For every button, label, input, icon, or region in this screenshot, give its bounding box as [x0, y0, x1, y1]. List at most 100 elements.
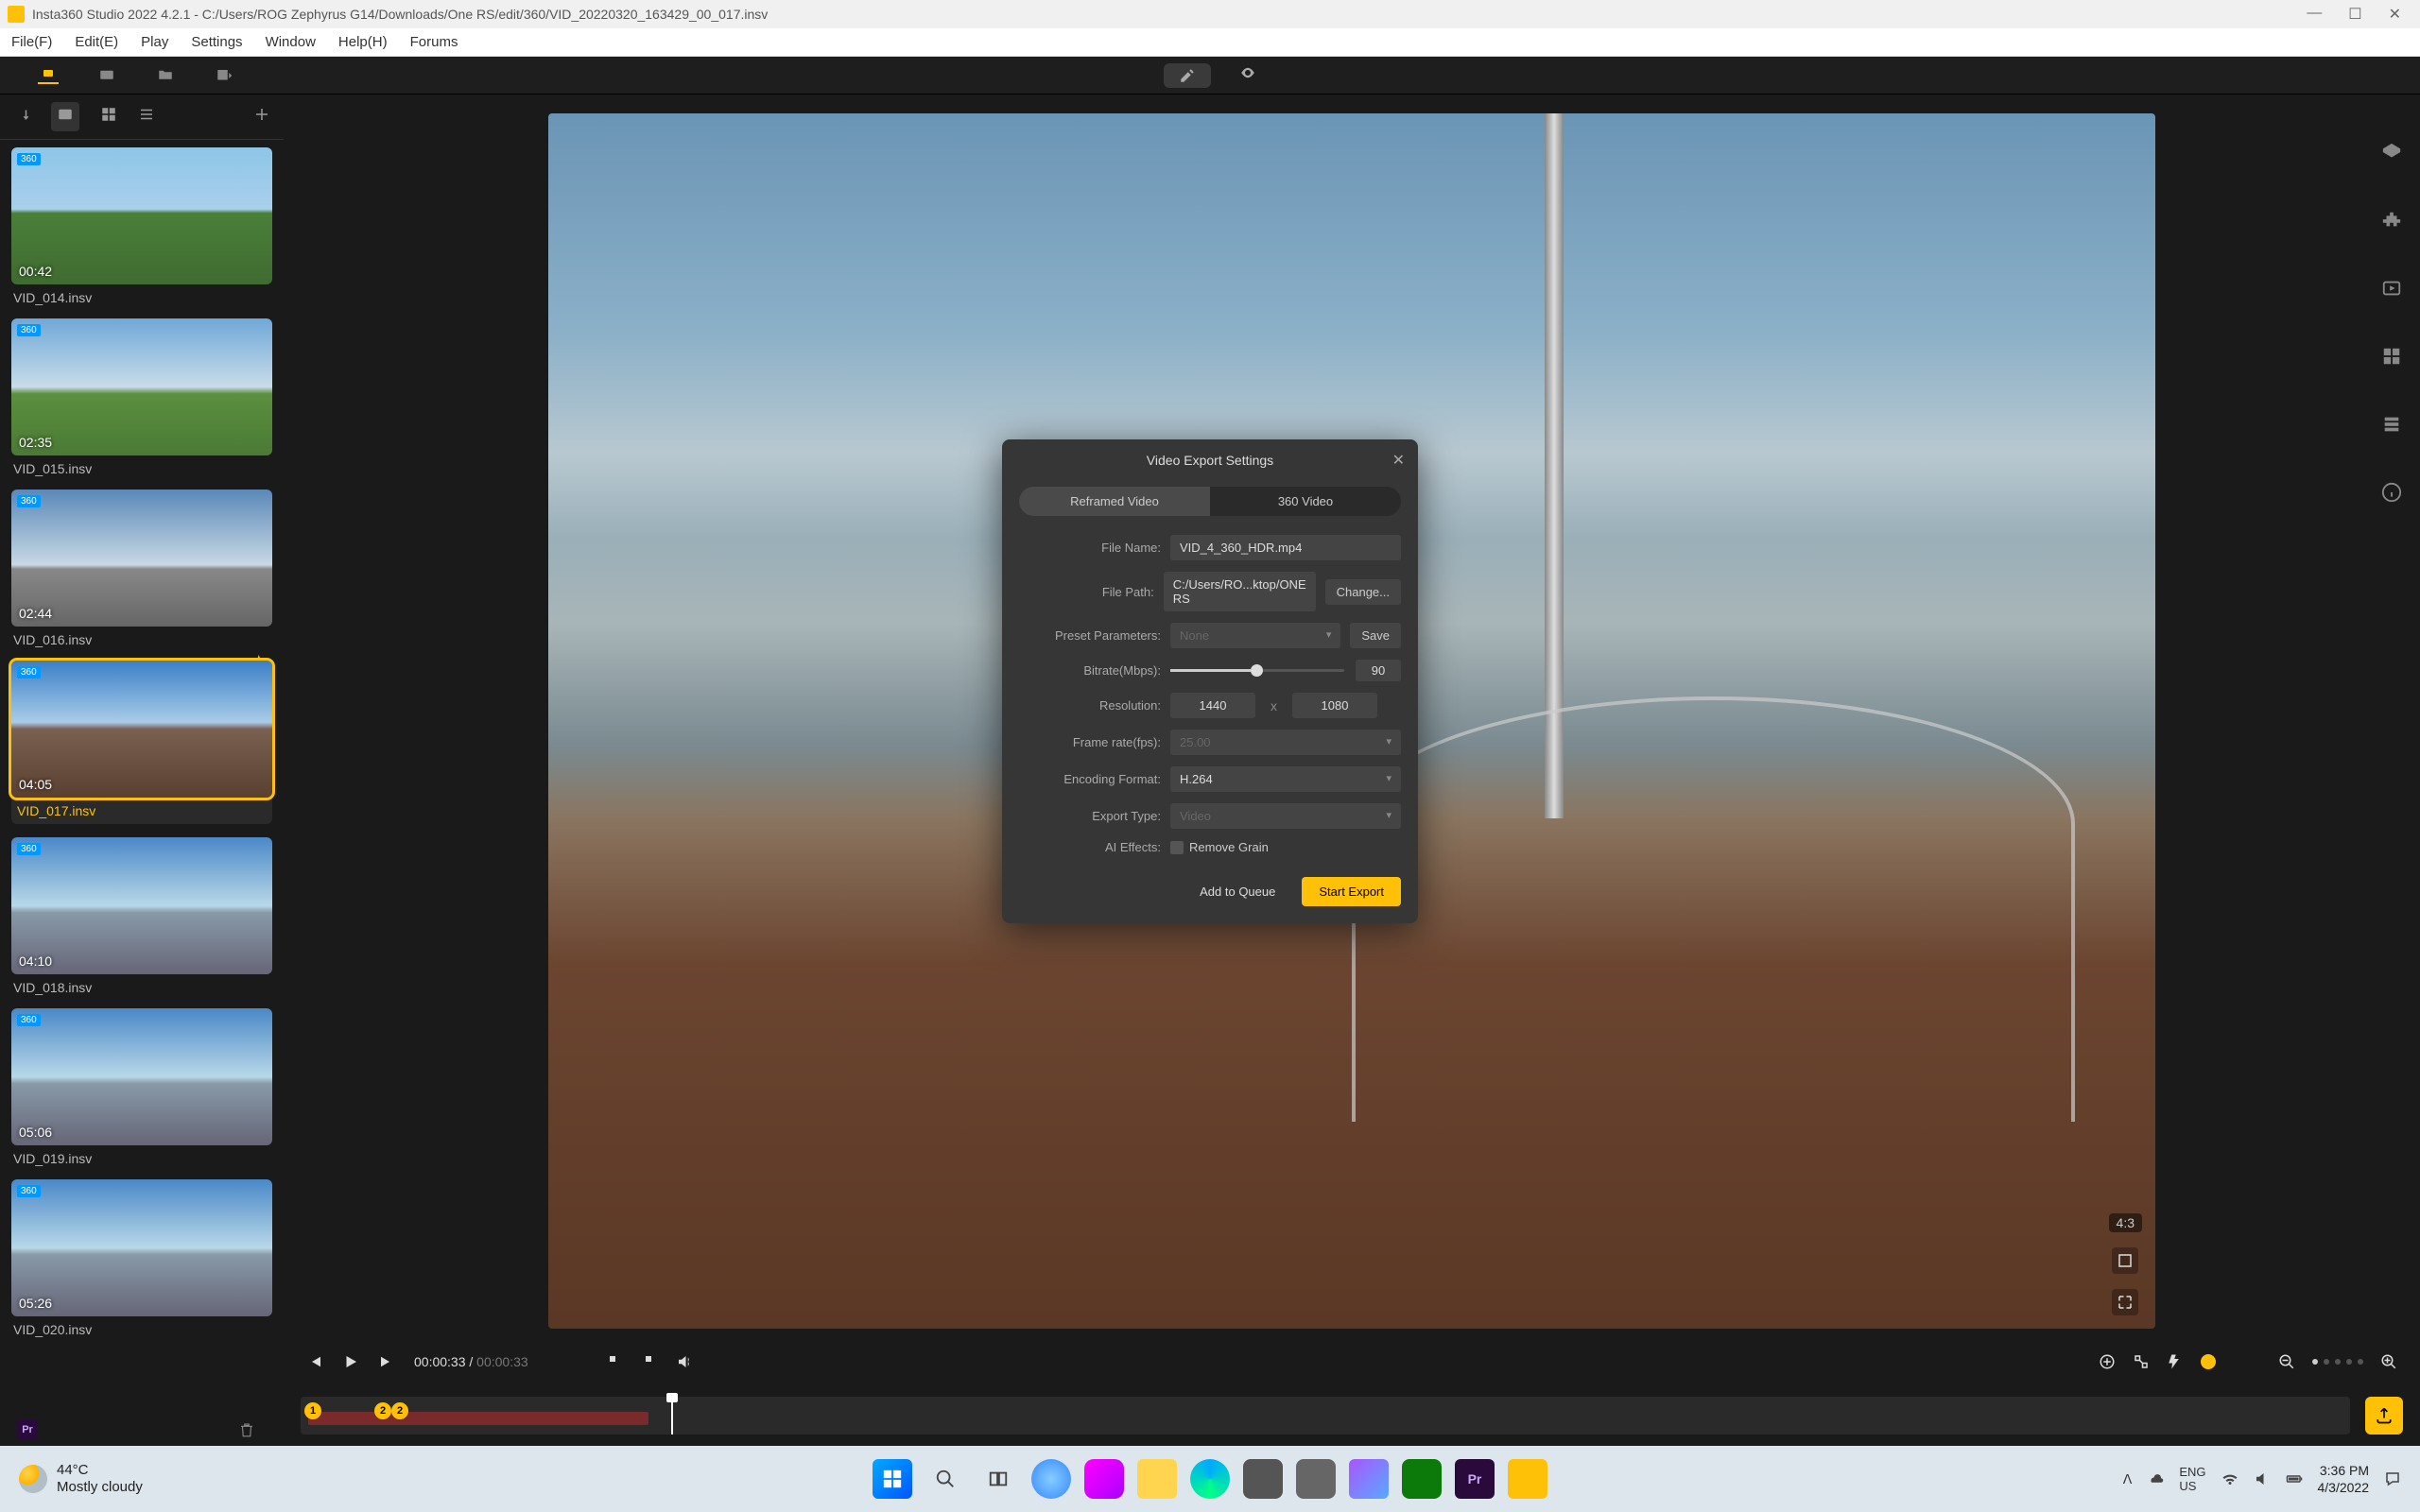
clip-item[interactable]: 36000:42 VID_014.insv — [11, 147, 272, 305]
tray-chevron-icon[interactable]: ᐱ — [2123, 1471, 2133, 1487]
onedrive-icon[interactable] — [2147, 1470, 2164, 1487]
tab-folder[interactable] — [155, 67, 176, 84]
taskbar-explorer[interactable] — [1137, 1459, 1177, 1499]
add-to-queue-button[interactable]: Add to Queue — [1186, 877, 1288, 906]
keyframe-marker[interactable]: 2 — [391, 1402, 408, 1419]
sort-button[interactable] — [13, 106, 30, 128]
menu-settings[interactable]: Settings — [191, 34, 242, 50]
label-encoding: Encoding Format: — [1019, 772, 1161, 786]
change-path-button[interactable]: Change... — [1325, 579, 1401, 605]
snap-button[interactable] — [2133, 1353, 2150, 1370]
add-keyframe-button[interactable] — [2099, 1353, 2116, 1370]
layers-icon[interactable] — [2381, 142, 2402, 163]
view-grid-button[interactable] — [100, 106, 117, 128]
keyframe-marker[interactable]: 1 — [304, 1402, 321, 1419]
zoom-out-button[interactable] — [2278, 1353, 2295, 1370]
wifi-icon[interactable] — [2221, 1470, 2238, 1487]
aspect-ratio-badge[interactable]: 4:3 — [2109, 1213, 2142, 1232]
add-media-button[interactable] — [253, 106, 270, 128]
volume-icon[interactable] — [2254, 1470, 2271, 1487]
taskbar-premiere[interactable]: Pr — [1455, 1459, 1495, 1499]
filename-input[interactable] — [1170, 535, 1401, 560]
clip-list[interactable]: 36000:42 VID_014.insv 36002:35 VID_015.i… — [0, 140, 284, 1414]
exporttype-select[interactable]: Video — [1170, 803, 1401, 829]
menu-help[interactable]: Help(H) — [338, 34, 388, 50]
taskbar-app-1[interactable] — [1031, 1459, 1071, 1499]
bitrate-input[interactable] — [1356, 660, 1401, 681]
info-icon[interactable] — [2381, 482, 2402, 503]
export-button[interactable] — [2365, 1397, 2403, 1435]
language-indicator[interactable]: ENGUS — [2179, 1465, 2205, 1493]
tab-project[interactable] — [96, 67, 117, 84]
media-icon[interactable] — [2381, 278, 2402, 299]
clip-item-selected[interactable]: 36004:05 VID_017.insv — [11, 661, 272, 824]
menu-window[interactable]: Window — [266, 34, 316, 50]
crop-button[interactable] — [2112, 1247, 2138, 1274]
playhead[interactable] — [671, 1397, 673, 1435]
view-list-button[interactable] — [138, 106, 155, 128]
tab-reframed-video[interactable]: Reframed Video — [1019, 487, 1210, 516]
resolution-width-input[interactable] — [1170, 693, 1255, 718]
bitrate-slider[interactable] — [1170, 669, 1344, 672]
clip-item[interactable]: 36002:44 VID_016.insv ★ — [11, 490, 272, 647]
tab-360-video[interactable]: 360 Video — [1210, 487, 1401, 516]
preset-select[interactable]: None — [1170, 623, 1340, 648]
keyframe-indicator[interactable] — [2201, 1354, 2216, 1369]
trash-icon[interactable] — [238, 1421, 255, 1438]
notifications-icon[interactable] — [2384, 1470, 2401, 1487]
save-preset-button[interactable]: Save — [1350, 623, 1401, 648]
menu-play[interactable]: Play — [141, 34, 168, 50]
premiere-icon[interactable]: Pr — [17, 1419, 38, 1440]
tab-media-library[interactable] — [38, 67, 59, 84]
edit-mode-button[interactable] — [1164, 63, 1211, 88]
close-button[interactable]: ✕ — [2389, 5, 2401, 24]
fullscreen-button[interactable] — [2112, 1289, 2138, 1315]
menu-file[interactable]: File(F) — [11, 34, 52, 50]
maximize-button[interactable]: ☐ — [2348, 5, 2361, 24]
view-mode-button[interactable] — [1239, 64, 1256, 86]
plugin-icon[interactable] — [2381, 210, 2402, 231]
menu-forums[interactable]: Forums — [410, 34, 458, 50]
taskbar-xbox[interactable] — [1402, 1459, 1442, 1499]
keyframe-marker[interactable]: 2 — [374, 1402, 391, 1419]
taskbar-clock[interactable]: 3:36 PM 4/3/2022 — [2318, 1462, 2370, 1496]
clip-item[interactable]: 36005:06 VID_019.insv — [11, 1008, 272, 1166]
tab-export-queue[interactable] — [214, 67, 234, 84]
prev-button[interactable] — [306, 1353, 323, 1370]
battery-icon[interactable] — [2286, 1470, 2303, 1487]
taskbar-edge[interactable] — [1190, 1459, 1230, 1499]
clip-item[interactable]: 36004:10 VID_018.insv — [11, 837, 272, 995]
taskbar-insta360[interactable] — [1508, 1459, 1547, 1499]
taskbar-messenger[interactable] — [1084, 1459, 1124, 1499]
speed-button[interactable] — [2167, 1353, 2184, 1370]
taskbar-app-2[interactable] — [1243, 1459, 1283, 1499]
dialog-close-button[interactable]: ✕ — [1392, 451, 1405, 470]
taskbar-app-4[interactable] — [1349, 1459, 1389, 1499]
minimize-button[interactable]: — — [2307, 5, 2322, 24]
next-button[interactable] — [378, 1353, 395, 1370]
clip-name: VID_019.insv — [11, 1145, 272, 1166]
start-button[interactable] — [873, 1459, 912, 1499]
mark-in-button[interactable] — [604, 1353, 621, 1370]
resolution-height-input[interactable] — [1292, 693, 1377, 718]
taskbar-app-3[interactable] — [1296, 1459, 1336, 1499]
encoding-select[interactable]: H.264 — [1170, 766, 1401, 792]
stack-icon[interactable] — [2381, 414, 2402, 435]
menu-edit[interactable]: Edit(E) — [75, 34, 118, 50]
play-button[interactable] — [342, 1353, 359, 1370]
search-button[interactable] — [925, 1459, 965, 1499]
grid-icon[interactable] — [2381, 346, 2402, 367]
mark-out-button[interactable] — [640, 1353, 657, 1370]
framerate-select[interactable]: 25.00 — [1170, 730, 1401, 755]
view-thumbnails-button[interactable] — [51, 102, 79, 131]
clip-item[interactable]: 36002:35 VID_015.insv — [11, 318, 272, 476]
clip-item[interactable]: 36005:26 VID_020.insv — [11, 1179, 272, 1337]
taskview-button[interactable] — [978, 1459, 1018, 1499]
remove-grain-checkbox[interactable] — [1170, 841, 1184, 854]
dialog-tabs: Reframed Video 360 Video — [1019, 487, 1401, 516]
zoom-in-button[interactable] — [2380, 1353, 2397, 1370]
timeline[interactable]: 1 2 2 — [301, 1397, 2350, 1435]
volume-button[interactable] — [676, 1353, 693, 1370]
taskbar-weather[interactable]: 44°C Mostly cloudy — [19, 1462, 143, 1496]
start-export-button[interactable]: Start Export — [1302, 877, 1401, 906]
